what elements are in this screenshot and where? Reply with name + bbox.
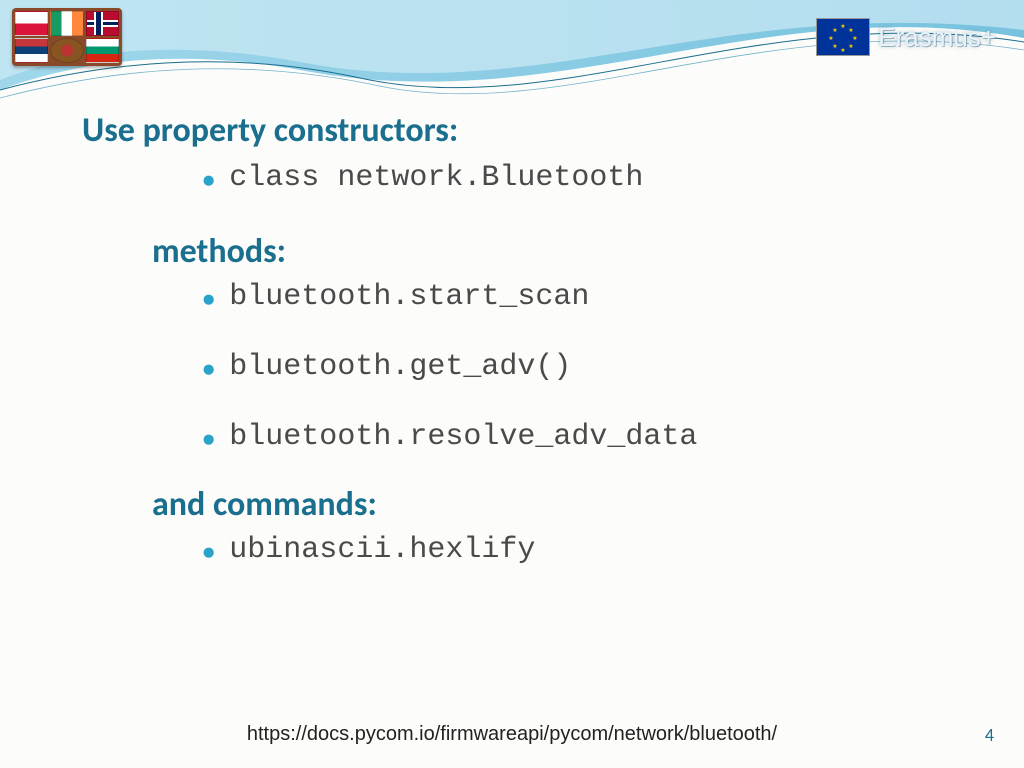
footer-url: https://docs.pycom.io/firmwareapi/pycom/…	[0, 723, 1024, 746]
slide-title: Use property constructors:	[82, 110, 964, 151]
commands-heading: and commands:	[152, 484, 964, 525]
flag-norway	[86, 11, 119, 36]
flag-serbia	[15, 38, 48, 63]
eu-branding: ★ ★ ★ ★ ★ ★ ★ ★ Erasmus+	[816, 18, 996, 56]
bullet-icon: ●	[202, 428, 215, 450]
list-item: ● bluetooth.start_scan	[202, 280, 964, 314]
methods-heading: methods:	[152, 231, 964, 272]
bullet-icon: ●	[202, 358, 215, 380]
partner-flags-badge	[12, 8, 122, 66]
flag-bulgaria	[86, 38, 119, 63]
flag-poland	[15, 11, 48, 36]
bullet-icon: ●	[202, 288, 215, 310]
page-number: 4	[985, 724, 994, 746]
code-text: bluetooth.start_scan	[229, 280, 589, 314]
slide-header: ★ ★ ★ ★ ★ ★ ★ ★ Erasmus+	[0, 0, 1024, 120]
list-item: ● ubinascii.hexlify	[202, 533, 964, 567]
code-text: class network.Bluetooth	[229, 161, 643, 195]
code-text: ubinascii.hexlify	[229, 533, 535, 567]
flag-ireland	[50, 11, 83, 36]
list-item: ● class network.Bluetooth	[202, 161, 964, 195]
list-item: ● bluetooth.get_adv()	[202, 350, 964, 384]
eu-flag-icon: ★ ★ ★ ★ ★ ★ ★ ★	[816, 18, 870, 56]
bullet-icon: ●	[202, 541, 215, 563]
list-item: ● bluetooth.resolve_adv_data	[202, 420, 964, 454]
erasmus-label: Erasmus+	[878, 22, 996, 53]
project-logo-icon	[50, 38, 83, 63]
slide-content: Use property constructors: ● class netwo…	[82, 110, 964, 577]
code-text: bluetooth.get_adv()	[229, 350, 571, 384]
bullet-icon: ●	[202, 169, 215, 191]
code-text: bluetooth.resolve_adv_data	[229, 420, 697, 454]
